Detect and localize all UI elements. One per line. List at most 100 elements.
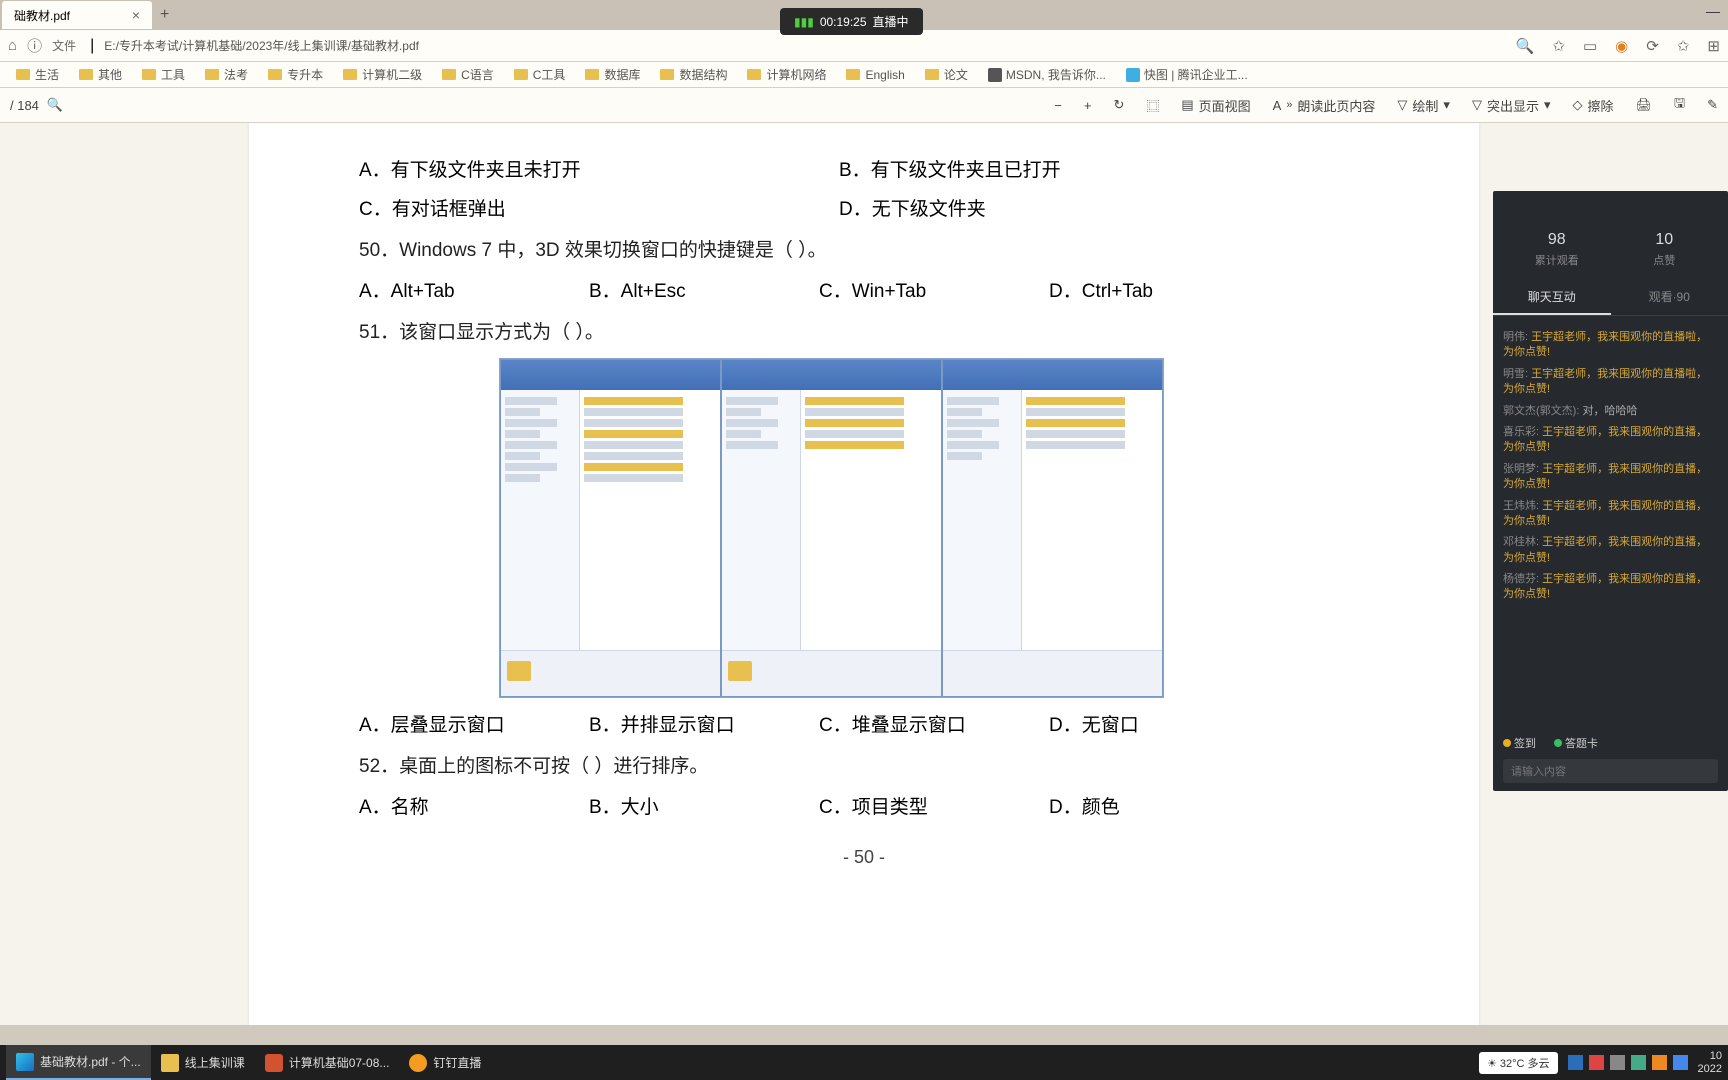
weather-widget[interactable]: ☀ 32°C 多云 [1479,1052,1558,1074]
favorite-icon[interactable]: ✩ [1552,37,1565,55]
bookmark-item[interactable]: 快图 | 腾讯企业工... [1118,64,1256,85]
bookmark-item[interactable]: 计算机二级 [335,64,430,85]
pdf-page: A．有下级文件夹且未打开 B．有下级文件夹且已打开 C．有对话框弹出 D．无下级… [249,123,1479,1025]
crop-divider [0,1025,1728,1045]
bookmark-label: 生活 [35,66,59,83]
chat-message: 邓桂林: 王宇超老师，我来围观你的直播，为你点赞! [1503,535,1718,566]
stat-item: 98累计观看 [1503,231,1611,268]
sign-button[interactable]: 签到 [1503,735,1536,751]
option-b: B．有下级文件夹且已打开 [839,155,1319,182]
tab-close-icon[interactable]: × [132,7,140,23]
read-aloud-button[interactable]: A» 朗读此页内容 [1273,96,1376,115]
app-icon [265,1054,283,1072]
q52-b: B．大小 [589,792,819,819]
browser-tab[interactable]: 础教材.pdf × [2,1,152,29]
folder-icon [205,69,219,80]
q51-b: B．并排显示窗口 [589,710,819,737]
q50-c: C．Win+Tab [819,276,1049,303]
taskbar-item[interactable]: 钉钉直播 [399,1045,491,1080]
bookmark-item[interactable]: 计算机网络 [739,64,834,85]
ext-icon[interactable]: ▭ [1583,37,1597,55]
pdf-search-icon[interactable]: 🔍 [47,97,63,113]
stat-item: 10点赞 [1611,231,1719,268]
tray-icons[interactable] [1568,1055,1688,1070]
bookmark-label: 计算机网络 [766,66,826,83]
card-button[interactable]: 答题卡 [1554,735,1598,751]
question-52: 52．桌面上的图标不可按（ ）进行排序。 [359,751,1369,778]
folder-icon [442,69,456,80]
tab-title: 础教材.pdf [14,7,70,24]
option-d: D．无下级文件夹 [839,194,1319,221]
new-tab-button[interactable]: + [160,6,169,24]
firefox-icon[interactable]: ◉ [1615,37,1628,55]
bookmark-label: 工具 [161,66,185,83]
more-icon[interactable]: ✎ [1707,97,1718,113]
page-view-button[interactable]: ▤ 页面视图 [1181,96,1250,115]
taskbar-item[interactable]: 计算机基础07-08... [255,1045,400,1080]
stat-number: 10 [1611,231,1719,249]
clock[interactable]: 10 2022 [1698,1050,1722,1074]
bookmark-label: 其他 [98,66,122,83]
bookmark-label: C工具 [533,66,566,83]
viewers-tab[interactable]: 观看·90 [1611,280,1728,315]
bookmark-item[interactable]: 法考 [197,64,256,85]
site-icon [988,68,1002,82]
taskbar-item[interactable]: 线上集训课 [151,1045,255,1080]
bookmark-label: 数据库 [604,66,640,83]
pdf-viewport[interactable]: A．有下级文件夹且未打开 B．有下级文件夹且已打开 C．有对话框弹出 D．无下级… [0,123,1728,1025]
live-panel: 98累计观看10点赞 聊天互动 观看·90 明伟: 王宇超老师，我来围观你的直播… [1493,191,1728,791]
chat-input[interactable]: 请输入内容 [1503,759,1718,783]
q50-d: D．Ctrl+Tab [1049,276,1279,303]
bookmark-item[interactable]: 其他 [71,64,130,85]
chat-message: 明雪: 王宇超老师，我来围观你的直播啦，为你点赞! [1503,367,1718,398]
folder-icon [846,69,860,80]
folder-icon [79,69,93,80]
zoom-in-button[interactable]: + [1084,98,1092,113]
home-icon[interactable]: ⌂ [8,37,17,54]
taskbar-item[interactable]: 基础教材.pdf - 个... [6,1045,151,1080]
draw-button[interactable]: ▽ 绘制 ▾ [1397,96,1450,115]
erase-button[interactable]: ◇ 擦除 [1572,96,1613,115]
bookmarks-bar: 生活 其他 工具法考专升本计算机二级C语言 C工具 数据库数据结构 计算机网络 Englis… [0,62,1728,88]
search-icon[interactable]: 🔍 [1516,37,1535,55]
url-path[interactable]: E:/专升本考试/计算机基础/2023年/线上集训课/基础教材.pdf [104,37,1505,54]
bookmark-item[interactable]: C语言 [434,64,502,85]
app-icon [409,1054,427,1072]
recording-badge: ▮▮▮ 00:19:25 直播中 [780,8,923,35]
chat-tab[interactable]: 聊天互动 [1493,280,1611,315]
bookmark-item[interactable]: 生活 [8,64,67,85]
bookmark-item[interactable]: English [838,66,912,84]
collections-icon[interactable]: ✩ [1677,37,1690,55]
minimize-icon[interactable]: — [1706,3,1720,19]
q50-b: B．Alt+Esc [589,276,819,303]
taskbar-label: 线上集训课 [185,1054,245,1071]
print-icon[interactable]: 🖨 [1636,97,1653,113]
bookmark-item[interactable]: 工具 [134,64,193,85]
bookmark-item[interactable]: 数据结构 [652,64,735,85]
folder-icon [16,69,30,80]
rec-time: 00:19:25 [820,15,867,29]
bookmark-item[interactable]: 数据库 [577,64,648,85]
folder-icon [585,69,599,80]
save-icon[interactable]: 🖫 [1674,94,1685,116]
stat-number: 98 [1503,231,1611,249]
bookmark-item[interactable]: C工具 [506,64,574,85]
taskbar-label: 计算机基础07-08... [289,1054,390,1071]
bookmark-item[interactable]: 论文 [917,64,976,85]
info-icon[interactable]: ⓘ [27,35,42,56]
chat-area[interactable]: 明伟: 王宇超老师，我来围观你的直播啦，为你点赞!明雪: 王宇超老师，我来围观你… [1493,316,1728,617]
bookmark-item[interactable]: 专升本 [260,64,331,85]
question-image [499,358,1164,698]
q51-d: D．无窗口 [1049,710,1279,737]
refresh-icon[interactable]: ⟳ [1646,37,1659,55]
bookmark-item[interactable]: MSDN, 我告诉你... [980,64,1114,85]
taskbar-label: 基础教材.pdf - 个... [40,1053,141,1070]
fit-button[interactable]: ⿴ [1146,96,1159,115]
app-icon [161,1054,179,1072]
menu-icon[interactable]: ⊞ [1707,37,1720,55]
highlight-button[interactable]: ▽ 突出显示 ▾ [1472,96,1551,115]
zoom-out-button[interactable]: − [1054,98,1062,113]
bookmark-label: MSDN, 我告诉你... [1006,66,1106,83]
q52-a: A．名称 [359,792,589,819]
rotate-button[interactable]: ↻ [1113,97,1124,113]
